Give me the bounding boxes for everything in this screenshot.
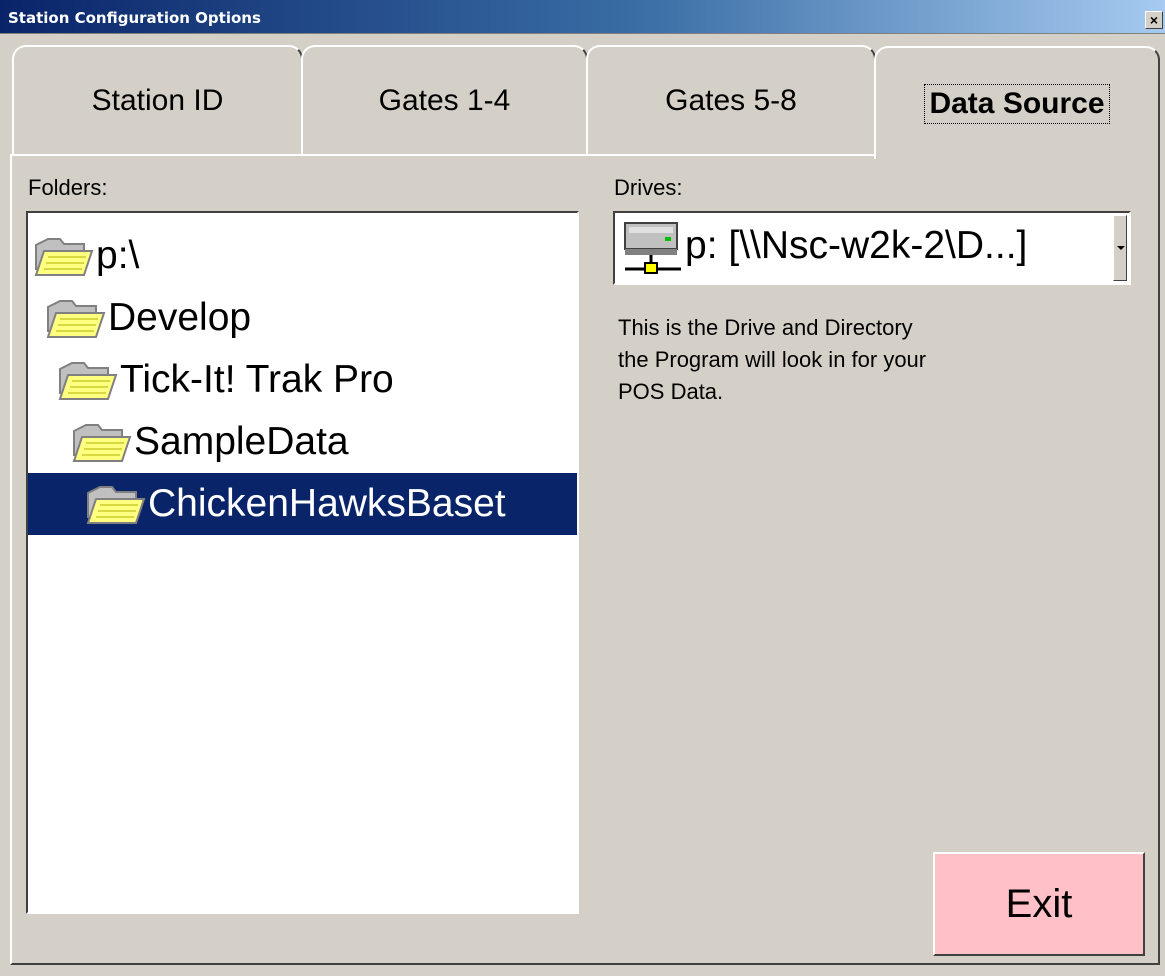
folder-open-icon xyxy=(72,424,132,462)
drive-selected-value: p: [\\Nsc-w2k-2\D...] xyxy=(685,224,1028,267)
tab-gates-5-8[interactable]: Gates 5-8 xyxy=(586,45,876,155)
folder-name: Tick-It! Trak Pro xyxy=(120,358,394,401)
chevron-down-icon[interactable] xyxy=(1113,215,1127,281)
exit-button[interactable]: Exit xyxy=(933,852,1145,956)
title-bar: Station Configuration Options × xyxy=(0,0,1165,34)
folder-item-sampledata[interactable]: SampleData xyxy=(28,411,577,473)
tab-label: Gates 5-8 xyxy=(665,84,797,117)
folder-open-icon xyxy=(34,238,94,276)
tab-station-id[interactable]: Station ID xyxy=(12,45,303,155)
drives-label: Drives: xyxy=(614,175,683,200)
folder-list[interactable]: p:\ Develop Tick-It! Trak Pro SampleData xyxy=(26,211,579,914)
folder-open-icon xyxy=(46,300,106,338)
folder-item-develop[interactable]: Develop xyxy=(28,287,577,349)
tab-label: Data Source xyxy=(924,83,1110,124)
tab-label: Gates 1-4 xyxy=(378,84,511,117)
folder-item-p-root[interactable]: p:\ xyxy=(28,225,577,287)
drives-dropdown[interactable]: p: [\\Nsc-w2k-2\D...] xyxy=(613,211,1131,285)
folder-open-icon xyxy=(86,486,146,524)
network-drive-icon xyxy=(624,222,681,274)
folder-item-chickenhawks[interactable]: ChickenHawksBaset xyxy=(28,473,577,535)
folder-open-icon xyxy=(58,362,118,400)
close-button[interactable]: × xyxy=(1145,11,1163,29)
help-line: This is the Drive and Directory xyxy=(618,315,913,340)
folders-label: Folders: xyxy=(28,175,108,200)
folder-item-tick-it-trak-pro[interactable]: Tick-It! Trak Pro xyxy=(28,349,577,411)
tab-label: Station ID xyxy=(91,84,224,117)
help-line: POS Data. xyxy=(618,379,724,404)
folder-name: ChickenHawksBaset xyxy=(148,482,506,525)
tab-gates-1-4[interactable]: Gates 1-4 xyxy=(301,45,588,155)
folder-name: Develop xyxy=(108,296,252,339)
tab-data-source[interactable]: Data Source xyxy=(874,46,1160,159)
window-title: Station Configuration Options xyxy=(8,9,261,27)
help-line: the Program will look in for your xyxy=(618,347,927,372)
help-text: This is the Drive and Directory the Prog… xyxy=(618,312,1038,408)
folder-name: p:\ xyxy=(96,234,140,277)
folder-name: SampleData xyxy=(134,420,349,463)
